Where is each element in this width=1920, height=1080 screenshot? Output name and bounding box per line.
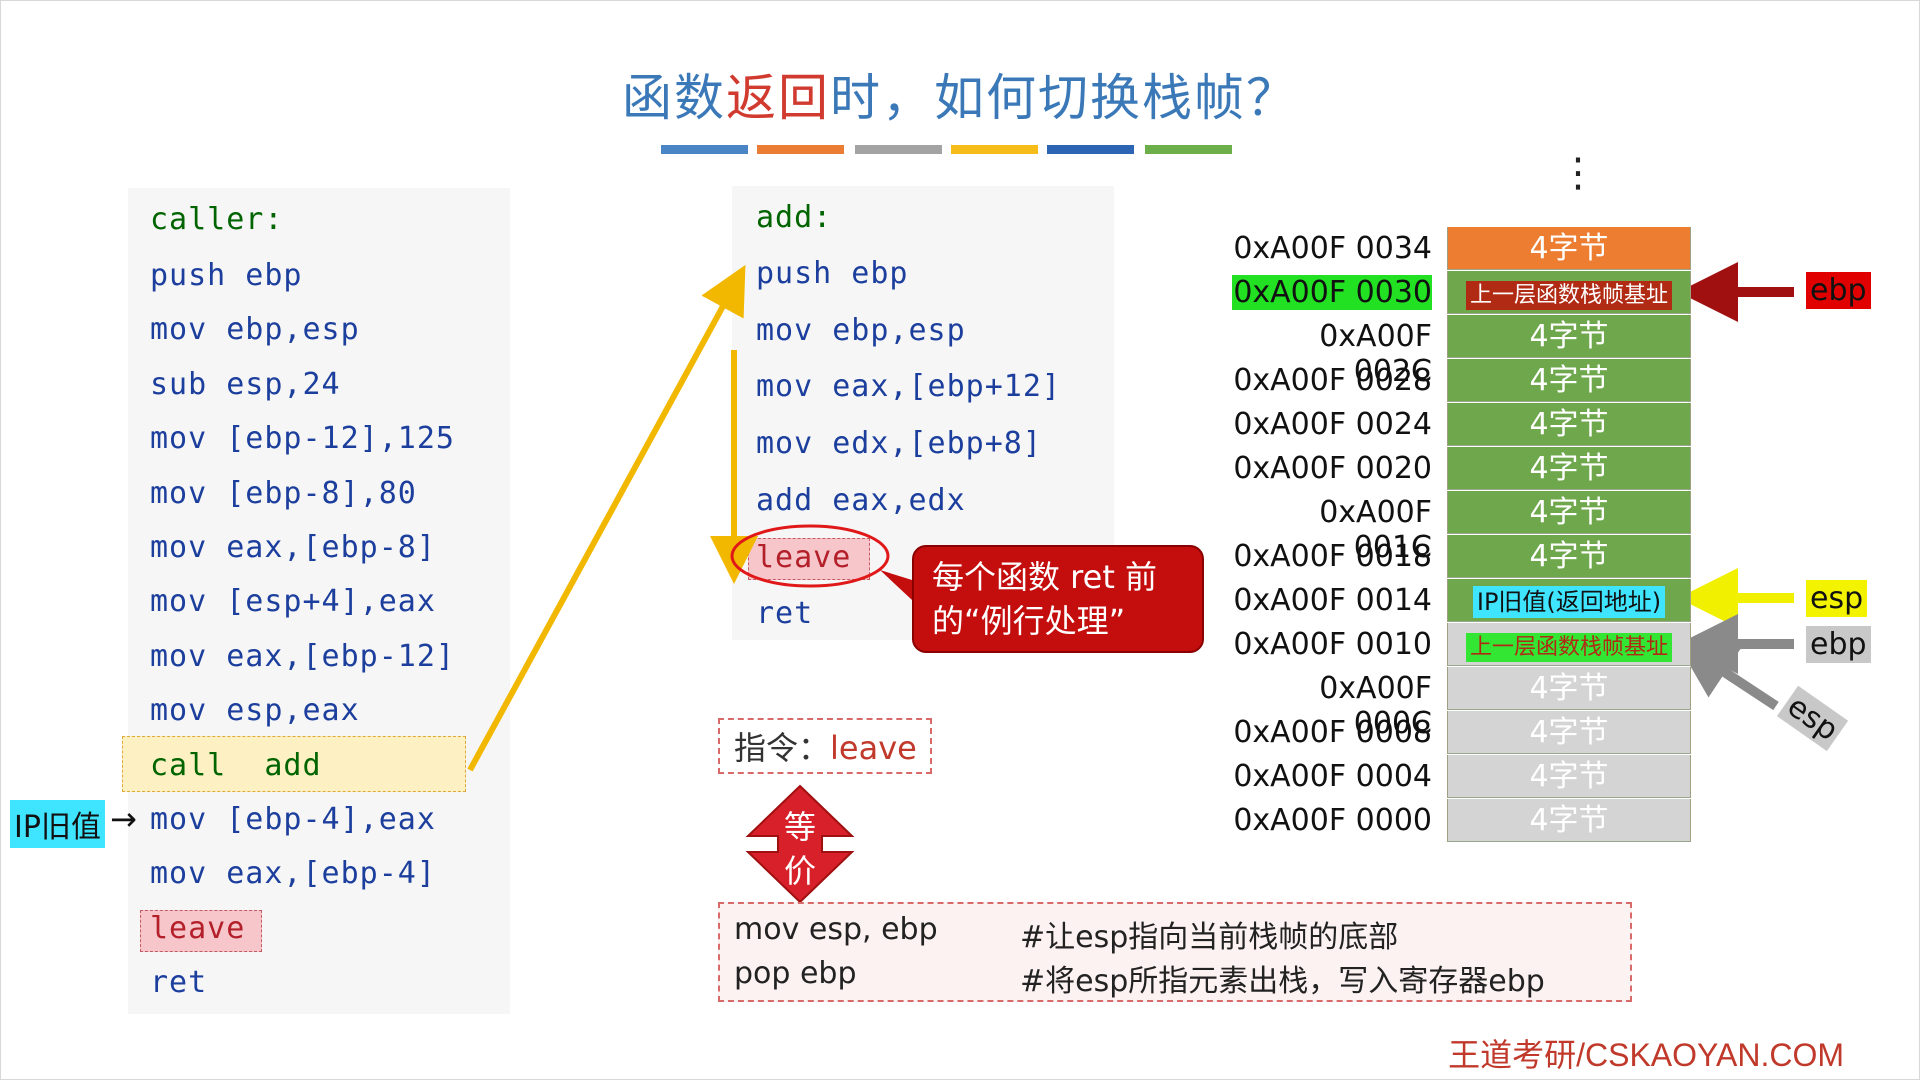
caller-code-line: mov eax,[ebp-8]: [150, 530, 436, 565]
stack-cell: 上一层函数栈帧基址: [1447, 623, 1691, 666]
callout-line1: 每个函数 ret 前: [932, 558, 1158, 596]
footer-brand: 王道考研/CSKAOYAN.COM: [1448, 1037, 1844, 1073]
equiv-text-bottom: 价: [784, 852, 817, 890]
add-code-line: add eax,edx: [756, 482, 966, 518]
ebp-top-label: ebp: [1806, 272, 1871, 309]
caller-code-line: mov [ebp-8],80: [150, 475, 417, 511]
stack-cell-text: 4字节: [1529, 319, 1609, 354]
stack-cell-text: 4字节: [1529, 231, 1609, 266]
caller-code-line: mov [ebp-12],125: [150, 421, 455, 457]
stack-address: 0xA00F 0028: [1233, 363, 1432, 398]
ebp-mid-label: ebp: [1806, 626, 1871, 663]
stack-cell-text: 4字节: [1529, 803, 1609, 838]
caller-code-line: mov ebp,esp: [150, 312, 360, 348]
stack-cell: 4字节: [1447, 403, 1691, 446]
caller-label: caller:: [150, 202, 284, 237]
add-code-line: push ebp: [756, 256, 909, 291]
stack-cell: 4字节: [1447, 447, 1691, 490]
stack-address: 0xA00F 0010: [1233, 627, 1432, 662]
stack-address: 0xA00F 0024: [1233, 407, 1432, 442]
caller-code-line: mov [ebp-4],eax: [150, 802, 436, 837]
add-code-line: leave: [756, 539, 852, 575]
slide-title: 函数返回时，如何切换栈帧？: [0, 58, 1920, 130]
title-color-bar: [951, 145, 1038, 154]
stack-cell-text: 4字节: [1529, 715, 1609, 750]
title-part3: 时，如何切换栈帧？: [830, 69, 1298, 127]
stack-address: 0xA00F 0000: [1233, 803, 1432, 838]
routine-callout: 每个函数 ret 前 的“例行处理”: [912, 545, 1204, 653]
stack-cell: 4字节: [1447, 711, 1691, 754]
stack-cell-text: 4字节: [1529, 451, 1609, 486]
equiv-comment: #将esp所指元素出栈，写入寄存器ebp: [1020, 964, 1545, 999]
caller-code-line: call add: [150, 747, 322, 783]
stack-cell-text: 上一层函数栈帧基址: [1465, 633, 1672, 662]
add-code-line: mov ebp,esp: [756, 312, 966, 348]
equiv-comment: #让esp指向当前栈帧的底部: [1020, 920, 1399, 955]
caller-code-line: sub esp,24: [150, 366, 341, 402]
callout-line2: 的“例行处理”: [932, 602, 1126, 640]
caller-code-line: leave: [150, 910, 246, 946]
equivalent-code-box: mov esp, ebp #让esp指向当前栈帧的底部 pop ebp #将es…: [718, 902, 1632, 1002]
title-part1: 函数: [622, 69, 726, 127]
stack-cell: 4字节: [1447, 359, 1691, 402]
equiv-row: mov esp, ebp: [734, 912, 938, 947]
stack-cell-text: 4字节: [1529, 759, 1609, 794]
stack-cell: 4字节: [1447, 227, 1691, 270]
title-color-bar: [661, 145, 748, 154]
instruction-value: leave: [830, 729, 917, 767]
title-color-bar: [1047, 145, 1134, 154]
stack-address: 0xA00F 0020: [1233, 451, 1432, 486]
add-label: add:: [756, 200, 833, 235]
stack-continuation-dots: ⋮: [1558, 150, 1598, 196]
caller-code-line: mov eax,[ebp-12]: [150, 638, 455, 674]
stack-cell-text: 4字节: [1529, 363, 1609, 398]
stack-address: 0xA00F 0030: [1232, 275, 1432, 310]
stack-cell: IP旧值(返回地址): [1447, 579, 1691, 622]
add-code-line: mov edx,[ebp+8]: [756, 426, 1042, 462]
instruction-box: 指令：leave: [718, 718, 932, 774]
stack-cell: 4字节: [1447, 491, 1691, 534]
stack-cell-text: 4字节: [1529, 671, 1609, 706]
stack-cell-text: 上一层函数栈帧基址: [1465, 281, 1672, 310]
stack-address: 0xA00F 0014: [1233, 583, 1432, 618]
title-highlight: 返回: [726, 69, 830, 127]
stack-cell-text: 4字节: [1529, 539, 1609, 574]
title-color-bar: [1145, 145, 1232, 154]
caller-code-line: ret: [150, 965, 208, 1001]
stack-cell-text: 4字节: [1529, 407, 1609, 442]
esp-label: esp: [1806, 580, 1868, 617]
ip-arrow: →: [110, 800, 137, 838]
caller-code-line: mov [esp+4],eax: [150, 584, 436, 620]
add-code-line: ret: [756, 596, 814, 632]
stack-cell: 4字节: [1447, 315, 1691, 358]
stack-address: 0xA00F 0004: [1233, 759, 1432, 794]
stack-cell: 上一层函数栈帧基址: [1447, 271, 1691, 314]
stack-address: 0xA00F 0018: [1233, 539, 1432, 574]
stack-cell-text: 4字节: [1529, 495, 1609, 530]
title-color-bar: [757, 145, 844, 154]
stack-cell: 4字节: [1447, 755, 1691, 798]
stack-address: 0xA00F 0008: [1233, 715, 1432, 750]
stack-address: 0xA00F 0034: [1233, 231, 1432, 266]
add-code-line: mov eax,[ebp+12]: [756, 369, 1061, 405]
equiv-row: pop ebp: [734, 956, 857, 991]
ip-old-tag: IP旧值: [10, 800, 105, 848]
equiv-text-top: 等: [784, 808, 817, 846]
title-color-bar: [855, 145, 942, 154]
instruction-label: 指令：: [734, 729, 831, 767]
caller-code-line: push ebp: [150, 258, 303, 293]
stack-cell-text: IP旧值(返回地址): [1472, 586, 1666, 618]
stack-cell: 4字节: [1447, 535, 1691, 578]
caller-code-line: mov esp,eax: [150, 693, 360, 729]
stack-cell: 4字节: [1447, 667, 1691, 710]
caller-code-line: mov eax,[ebp-4]: [150, 856, 436, 892]
stack-cell: 4字节: [1447, 799, 1691, 842]
